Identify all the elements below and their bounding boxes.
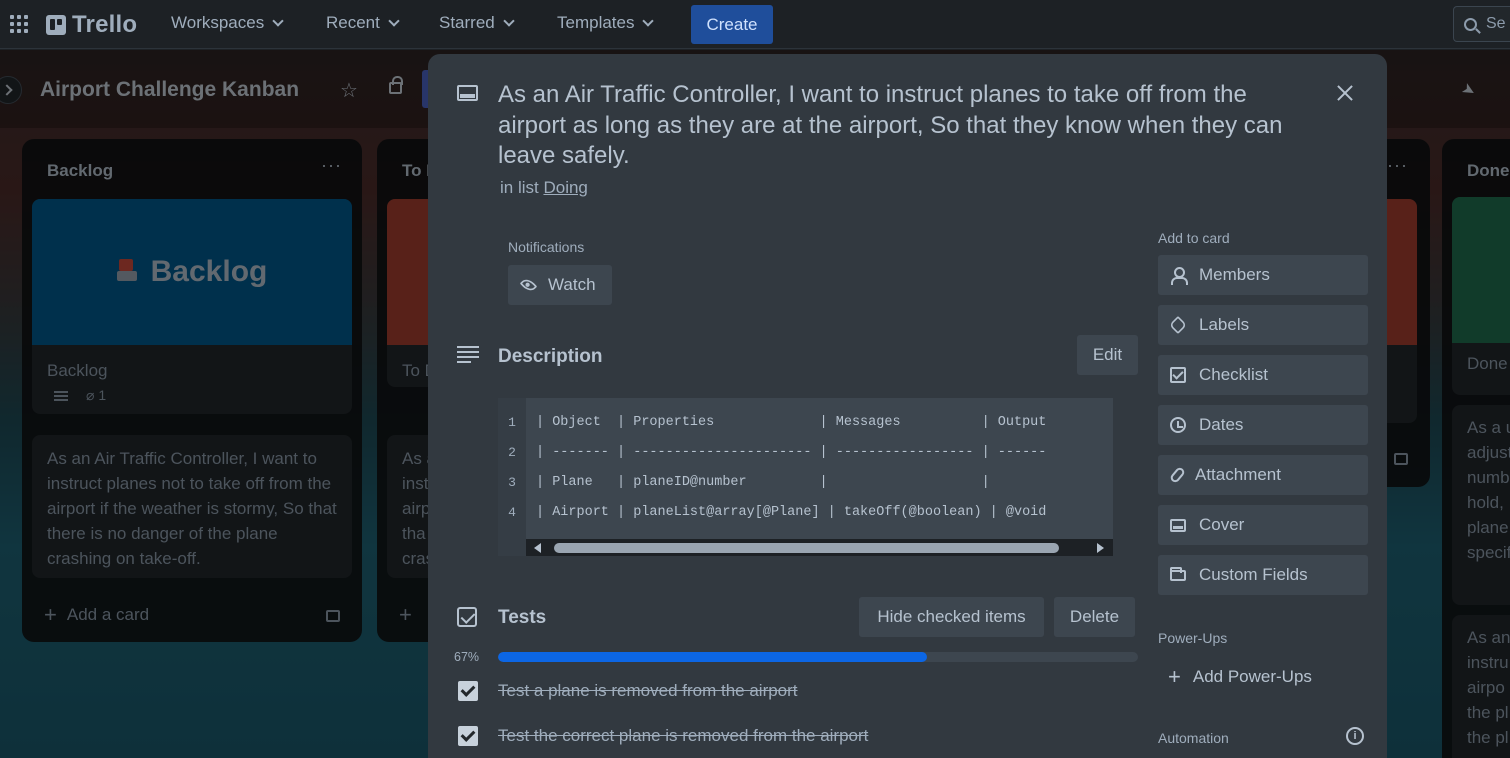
person-icon [1170,267,1188,285]
delete-checklist-button[interactable]: Delete [1054,597,1135,637]
workspaces-menu[interactable]: Workspaces [171,13,284,33]
attachment-label: Attachment [1195,465,1281,484]
labels-button[interactable]: Labels [1158,305,1368,345]
in-list-prefix: in list [500,178,539,197]
add-power-ups-button[interactable]: + Add Power-Ups [1158,657,1368,697]
card-detail-modal: As an Air Traffic Controller, I want to … [428,54,1387,758]
paperclip-icon [1168,465,1187,485]
top-navigation-bar: Trello Workspaces Recent Starred Templat… [0,0,1510,49]
dates-label: Dates [1199,415,1244,434]
custom-fields-label: Custom Fields [1199,565,1308,584]
checklist-label: Checklist [1199,365,1268,384]
description-title: Description [498,346,603,367]
code-line: 3 | Plane | planeID@number | | [498,467,990,497]
search-icon [1464,17,1477,31]
code-text: | Plane | planeID@number | | [536,474,990,490]
dates-button[interactable]: Dates [1158,405,1368,445]
line-number: 1 [508,414,516,430]
close-icon[interactable] [1333,81,1357,105]
description-code-block[interactable]: 1 | Object | Properties | Messages | Outp… [498,398,1113,556]
labels-label: Labels [1199,315,1250,334]
info-icon[interactable]: i [1346,727,1364,745]
trello-logo-text: Trello [72,11,138,38]
hide-checked-items-button[interactable]: Hide checked items [859,597,1044,637]
checkbox-checked[interactable] [458,681,478,701]
custom-fields-button[interactable]: Custom Fields [1158,555,1368,595]
scroll-left-icon[interactable] [534,543,541,553]
cover-label: Cover [1199,515,1245,534]
attachment-button[interactable]: Attachment [1158,455,1368,495]
members-label: Members [1199,265,1270,284]
checklist-icon [1170,367,1186,383]
recent-label: Recent [326,13,380,32]
line-number: 2 [508,444,516,460]
chevron-down-icon [272,14,284,27]
eye-icon [519,276,538,294]
notifications-label: Notifications [508,239,585,255]
add-power-ups-label: Add Power-Ups [1192,667,1312,686]
code-line: 1 | Object | Properties | Messages | Outp… [498,407,1046,437]
create-button[interactable]: Create [691,5,773,44]
chevron-down-icon [503,14,515,27]
cover-icon [1170,518,1186,532]
code-text: | ------- | ---------------------- | ---… [536,444,1047,460]
scrollbar-thumb[interactable] [554,543,1059,553]
app-switcher-icon[interactable] [8,13,28,33]
starred-menu[interactable]: Starred [439,13,515,33]
power-ups-label: Power-Ups [1158,630,1228,646]
card-title[interactable]: As an Air Traffic Controller, I want to … [498,80,1318,172]
checklist-icon [457,607,477,627]
checkbox-checked[interactable] [458,726,478,746]
recent-menu[interactable]: Recent [326,13,400,33]
trello-logo[interactable]: Trello [46,11,137,39]
chevron-down-icon [642,14,655,27]
watch-button[interactable]: Watch [508,265,612,305]
workspaces-label: Workspaces [171,13,265,32]
tag-icon [1168,315,1188,335]
plus-icon: + [1168,664,1181,689]
code-line: 2 | ------- | ---------------------- | --… [498,437,1046,467]
checklist-title[interactable]: Tests [498,607,546,629]
custom-fields-icon [1170,566,1186,581]
description-icon [457,346,479,364]
automation-label: Automation [1158,730,1229,746]
clock-icon [1170,417,1186,433]
templates-menu[interactable]: Templates [557,13,655,33]
line-number: 3 [508,474,516,490]
members-button[interactable]: Members [1158,255,1368,295]
search-input[interactable]: Se [1453,6,1510,42]
checklist-item-text[interactable]: Test a plane is removed from the airport [498,681,798,701]
starred-label: Starred [439,13,495,32]
checklist-item[interactable]: Test a plane is removed from the airport [458,681,798,701]
checklist-percent: 67% [454,650,480,664]
code-text: | Airport | planeList@array[@Plane] | ta… [536,504,1047,520]
list-link[interactable]: Doing [543,178,587,197]
progress-fill [498,652,927,662]
checklist-item[interactable]: Test the correct plane is removed from t… [458,726,868,746]
horizontal-scrollbar[interactable] [526,539,1113,556]
checklist-button[interactable]: Checklist [1158,355,1368,395]
trello-logo-icon [46,15,66,35]
code-text: | Object | Properties | Messages | Outpu… [536,414,1047,430]
checklist-progress-bar [498,652,1138,662]
card-icon [457,85,478,101]
edit-description-button[interactable]: Edit [1077,335,1138,375]
chevron-down-icon [388,14,400,27]
code-line: 4 | Airport | planeList@array[@Plane] | t… [498,497,1046,527]
add-to-card-label: Add to card [1158,230,1230,246]
checklist-item-text[interactable]: Test the correct plane is removed from t… [498,726,868,746]
watch-label: Watch [548,275,596,294]
in-list-text: in list Doing [500,178,588,198]
templates-label: Templates [557,13,635,32]
scroll-right-icon[interactable] [1097,543,1104,553]
search-placeholder: Se [1486,15,1506,32]
cover-button[interactable]: Cover [1158,505,1368,545]
line-number: 4 [508,504,516,520]
